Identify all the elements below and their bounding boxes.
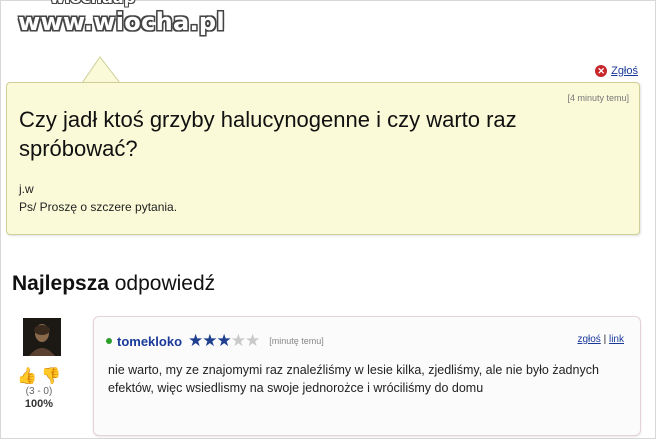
- watermark-top-text: wiochaap: [50, 0, 135, 7]
- speech-bubble-tail: [81, 56, 122, 84]
- answer-body: nie warto, my ze znajomymi raz znaleźliś…: [108, 363, 599, 395]
- best-answer-heading-bold: Najlepsza: [12, 272, 109, 295]
- answer-links: zgłoś | link: [577, 334, 624, 345]
- avatar[interactable]: [23, 318, 61, 356]
- vote-count: (3 - 0): [25, 386, 53, 397]
- question-body-line: j.w: [19, 182, 34, 196]
- question-body: j.w Ps/ Proszę o szczere pytania.: [19, 180, 177, 216]
- best-answer-heading-rest: odpowiedź: [108, 272, 216, 295]
- thumbs-up-icon[interactable]: 👍: [17, 366, 37, 386]
- site-watermark: www.wiocha.pl: [18, 8, 225, 36]
- report-answer-link[interactable]: zgłoś: [577, 334, 600, 345]
- question-report[interactable]: ✕ Zgłoś: [595, 65, 638, 77]
- question-title: Czy jadł ktoś grzyby halucynogenne i czy…: [19, 107, 517, 161]
- close-circle-icon: ✕: [595, 65, 608, 77]
- avatar-image: [23, 318, 61, 356]
- answer-header: tomekloko ★★★★★ [minutę temu]: [106, 331, 324, 351]
- thumbs-down-icon[interactable]: 👎: [41, 366, 61, 386]
- question-box: [4 minuty temu] Czy jadł ktoś grzyby hal…: [6, 82, 640, 235]
- vote-panel: 👍 👎 (3 - 0) 100%: [14, 366, 64, 410]
- star-icon: ★: [245, 331, 260, 350]
- answer-box: tomekloko ★★★★★ [minutę temu] zgłoś | li…: [93, 316, 641, 436]
- best-answer-heading: Najlepsza odpowiedź: [12, 272, 215, 296]
- star-icon: ★: [188, 331, 203, 350]
- online-status-icon: [106, 338, 112, 344]
- star-icon: ★: [216, 331, 232, 350]
- answer-timestamp: [minutę temu]: [269, 336, 324, 346]
- star-icon: ★: [202, 331, 217, 350]
- question-timestamp: [4 minuty temu]: [567, 93, 629, 103]
- vote-percent: 100%: [24, 398, 54, 410]
- question-body-line: Ps/ Proszę o szczere pytania.: [19, 200, 178, 214]
- user-rating: ★★★★★: [188, 331, 260, 351]
- report-question-link[interactable]: Zgłoś: [611, 65, 638, 77]
- answer-username[interactable]: tomekloko: [117, 334, 182, 349]
- answer-permalink[interactable]: link: [609, 334, 624, 345]
- link-separator: |: [603, 334, 607, 345]
- star-icon: ★: [230, 331, 246, 350]
